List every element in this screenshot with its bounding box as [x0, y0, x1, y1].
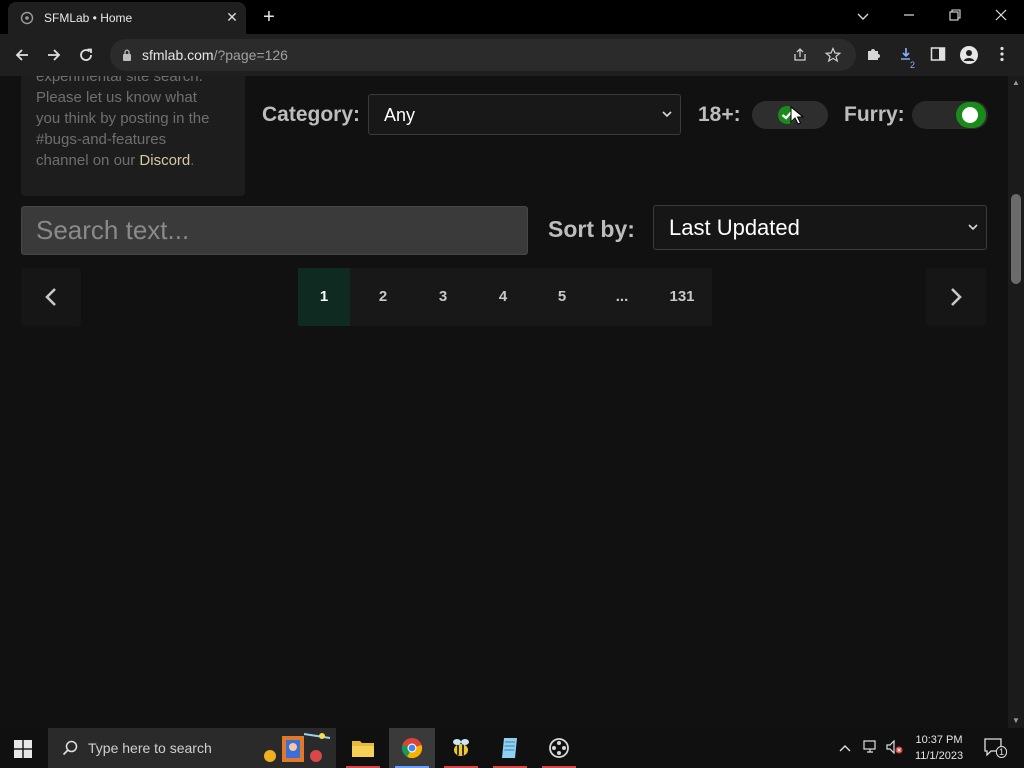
- close-window-icon[interactable]: [981, 4, 1021, 28]
- side-panel-icon[interactable]: [929, 46, 947, 64]
- volume-muted-icon[interactable]: [886, 739, 904, 757]
- notice-suffix: .: [190, 152, 195, 169]
- url-host: sfmlab.com: [142, 47, 214, 63]
- taskbar-app-bee[interactable]: [438, 728, 484, 768]
- sort-select[interactable]: Last Updated: [653, 205, 987, 250]
- adult-toggle[interactable]: [752, 101, 828, 129]
- url-text[interactable]: sfmlab.com/?page=126: [142, 47, 288, 63]
- tab-title: SFMLab • Home: [44, 11, 133, 25]
- discord-link[interactable]: Discord: [139, 152, 190, 169]
- show-hidden-icons-chevron-icon[interactable]: [839, 740, 851, 755]
- share-icon[interactable]: [792, 47, 808, 63]
- taskbar-app-notepad[interactable]: [487, 728, 533, 768]
- address-bar[interactable]: sfmlab.com/?page=126: [110, 39, 856, 71]
- chevron-left-icon: [45, 288, 56, 306]
- film-reel-icon: [549, 738, 569, 758]
- clock-time: 10:37 PM: [915, 734, 963, 746]
- chrome-icon: [401, 738, 423, 759]
- folder-icon: [352, 741, 374, 757]
- windows-taskbar: Type here to search 10:37 PM 11/1/2023 1: [0, 728, 1024, 768]
- taskbar-file-explorer[interactable]: [340, 728, 386, 768]
- category-select[interactable]: Any: [368, 94, 681, 135]
- notepad-icon: [502, 738, 517, 758]
- category-label: Category:: [262, 103, 361, 126]
- scroll-down-icon[interactable]: ▼: [1008, 714, 1024, 728]
- chevron-down-icon: [662, 109, 672, 121]
- sort-value: Last Updated: [669, 215, 800, 240]
- downloads-extension-icon[interactable]: 2: [899, 46, 917, 70]
- tab-sfmlab-home[interactable]: SFMLab • Home ✕: [8, 2, 246, 34]
- extension-badge: 2: [910, 60, 916, 70]
- chevron-right-icon: [951, 288, 962, 306]
- minimize-window-icon[interactable]: [889, 4, 929, 28]
- windows-start-icon[interactable]: [14, 740, 32, 763]
- notice-line-last: channel on our Discord.: [36, 150, 231, 171]
- notice-line: experimental site search.: [36, 76, 203, 85]
- notice-line: you think by posting in the: [36, 110, 210, 127]
- page-ellipsis: ...: [615, 288, 629, 305]
- restore-window-icon[interactable]: [935, 4, 975, 28]
- page-scrollbar[interactable]: ▲ ▼: [1008, 76, 1024, 728]
- browser-menu-icon[interactable]: [993, 46, 1011, 64]
- pagination: 1 2 3 4 5 ... 131: [298, 268, 712, 326]
- next-page-button[interactable]: [926, 268, 986, 326]
- furry-toggle[interactable]: [912, 101, 988, 129]
- scrollbar-thumb[interactable]: [1011, 194, 1021, 284]
- scroll-up-icon[interactable]: ▲: [1008, 76, 1024, 90]
- mouse-cursor-icon: [790, 106, 804, 125]
- search-highlight-illustration-icon: [264, 733, 331, 762]
- chevron-down-icon: [968, 222, 978, 234]
- page-link-active[interactable]: 1: [298, 268, 350, 326]
- notice-prefix: channel on our: [36, 152, 140, 169]
- page-link[interactable]: 2: [357, 268, 409, 326]
- search-icon: [62, 740, 78, 756]
- site-search-notice: experimental site search. Please let us …: [21, 76, 245, 196]
- bee-icon: [453, 739, 469, 756]
- network-icon[interactable]: [863, 740, 879, 757]
- extensions-puzzle-icon[interactable]: [865, 46, 883, 64]
- page-link[interactable]: 4: [477, 268, 529, 326]
- lock-icon: [123, 49, 131, 61]
- sfmlab-favicon-icon: [20, 11, 34, 25]
- url-path: /?page=126: [213, 47, 288, 63]
- bookmark-star-icon[interactable]: [824, 47, 842, 63]
- back-arrow-icon[interactable]: [9, 43, 35, 67]
- taskbar-app-source-filmmaker[interactable]: [536, 728, 582, 768]
- clock-date: 11/1/2023: [914, 750, 964, 762]
- page-viewport: experimental site search. Please let us …: [0, 76, 1008, 728]
- taskbar-search-box[interactable]: Type here to search: [48, 728, 336, 768]
- taskbar-clock[interactable]: 10:37 PM 11/1/2023: [906, 732, 972, 764]
- taskbar-chrome[interactable]: [389, 728, 435, 768]
- forward-arrow-icon[interactable]: [41, 43, 67, 67]
- furry-label: Furry:: [844, 103, 905, 126]
- notice-line: #bugs-and-features: [36, 131, 167, 148]
- page-link-last[interactable]: 131: [656, 268, 708, 326]
- notice-line: Please let us know what: [36, 89, 197, 106]
- browser-toolbar: sfmlab.com/?page=126 2: [0, 34, 1024, 76]
- adult-label: 18+:: [698, 103, 741, 126]
- profile-avatar-icon[interactable]: [960, 46, 978, 64]
- category-value: Any: [384, 105, 416, 125]
- prev-page-button[interactable]: [21, 268, 81, 326]
- search-input[interactable]: [21, 206, 528, 255]
- sort-label: Sort by:: [548, 216, 635, 242]
- notification-count: 1: [996, 746, 1008, 758]
- taskbar-search-placeholder: Type here to search: [88, 740, 212, 756]
- toggle-knob: [962, 107, 978, 123]
- page-link[interactable]: 5: [536, 268, 588, 326]
- close-tab-icon[interactable]: ✕: [224, 9, 240, 25]
- page-link[interactable]: 3: [417, 268, 469, 326]
- tab-strip: SFMLab • Home ✕ +: [0, 0, 1024, 34]
- tab-search-chevron-icon[interactable]: [843, 4, 883, 28]
- notification-center-icon[interactable]: 1: [984, 738, 1008, 759]
- reload-icon[interactable]: [73, 43, 99, 67]
- new-tab-button[interactable]: +: [258, 6, 280, 28]
